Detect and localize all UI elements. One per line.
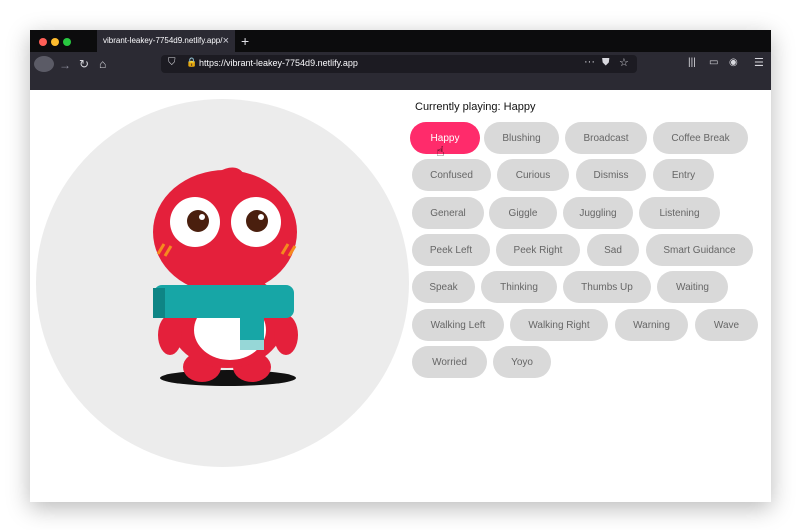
currently-playing-label: Currently playing: Happy — [415, 101, 536, 113]
minimize-window-icon[interactable] — [51, 38, 59, 46]
anim-button-juggling[interactable]: Juggling — [563, 197, 633, 229]
library-icon[interactable]: ||| — [688, 57, 696, 68]
anim-button-broadcast[interactable]: Broadcast — [565, 122, 647, 154]
anim-button-entry[interactable]: Entry — [653, 159, 714, 191]
account-icon[interactable]: ◉ — [729, 57, 738, 68]
anim-button-peek-left[interactable]: Peek Left — [412, 234, 490, 266]
scarf-band — [154, 285, 294, 318]
zoom-window-icon[interactable] — [63, 38, 71, 46]
anim-button-thinking[interactable]: Thinking — [481, 271, 557, 303]
bookmark-star-icon[interactable]: ☆ — [619, 56, 629, 69]
anim-button-listening[interactable]: Listening — [639, 197, 720, 229]
forward-icon[interactable]: → — [59, 58, 71, 72]
anim-button-wave[interactable]: Wave — [695, 309, 758, 341]
left-pupil — [187, 210, 209, 232]
back-button[interactable] — [34, 56, 54, 72]
tab-active[interactable]: vibrant-leakey-7754d9.netlify.app/ × — [97, 30, 235, 52]
anim-button-general[interactable]: General — [412, 197, 484, 229]
page-actions-icon[interactable]: ··· — [584, 56, 595, 68]
anim-button-coffee-break[interactable]: Coffee Break — [653, 122, 748, 154]
scarf-tail-fringe — [240, 340, 264, 350]
anim-button-blushing[interactable]: Blushing — [484, 122, 559, 154]
tracking-shield-icon[interactable]: ⛉ — [168, 57, 176, 68]
anim-button-smart-guidance[interactable]: Smart Guidance — [646, 234, 753, 266]
anim-button-speak[interactable]: Speak — [412, 271, 475, 303]
tab-title: vibrant-leakey-7754d9.netlify.app/ — [103, 36, 223, 45]
new-tab-icon[interactable]: + — [241, 30, 249, 52]
home-icon[interactable]: ⌂ — [99, 57, 106, 71]
reload-icon[interactable]: ↻ — [79, 57, 89, 71]
mascot-character — [153, 167, 298, 386]
anim-button-walking-left[interactable]: Walking Left — [412, 309, 504, 341]
anim-button-dismiss[interactable]: Dismiss — [576, 159, 646, 191]
sidebar-icon[interactable]: ▭ — [709, 57, 718, 68]
anim-button-peek-right[interactable]: Peek Right — [496, 234, 580, 266]
url-text[interactable]: https://vibrant-leakey-7754d9.netlify.ap… — [199, 58, 358, 68]
character-shadow — [160, 370, 296, 386]
left-arm — [158, 315, 182, 355]
pocket-icon[interactable]: ⛊ — [602, 57, 610, 68]
right-eye-shine — [258, 214, 264, 220]
tab-close-icon[interactable]: × — [223, 30, 229, 52]
menu-icon[interactable]: ☰ — [754, 56, 764, 69]
anim-button-confused[interactable]: Confused — [412, 159, 491, 191]
anim-button-giggle[interactable]: Giggle — [489, 197, 557, 229]
anim-button-worried[interactable]: Worried — [412, 346, 487, 378]
right-arm — [274, 315, 298, 355]
scarf-left-tip — [153, 288, 165, 318]
anim-button-walking-right[interactable]: Walking Right — [510, 309, 608, 341]
lock-icon: 🔒 — [186, 57, 198, 67]
anim-button-sad[interactable]: Sad — [587, 234, 639, 266]
left-eye-shine — [199, 214, 205, 220]
anim-button-curious[interactable]: Curious — [497, 159, 569, 191]
right-pupil — [246, 210, 268, 232]
close-window-icon[interactable] — [39, 38, 47, 46]
hand-cursor-icon: ☝ — [436, 143, 445, 159]
anim-button-yoyo[interactable]: Yoyo — [493, 346, 551, 378]
anim-button-waiting[interactable]: Waiting — [657, 271, 728, 303]
anim-button-warning[interactable]: Warning — [615, 309, 688, 341]
anim-button-thumbs-up[interactable]: Thumbs Up — [563, 271, 651, 303]
anim-button-happy[interactable]: Happy — [410, 122, 480, 154]
